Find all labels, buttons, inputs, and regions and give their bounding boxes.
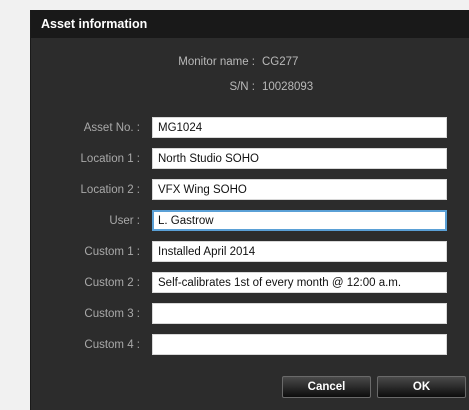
custom-4-input[interactable]	[152, 334, 447, 355]
serial-number-value: 10028093	[262, 81, 314, 93]
location-1-input[interactable]	[152, 148, 447, 169]
custom-3-label: Custom 3 :	[84, 308, 140, 320]
custom-1-label: Custom 1 :	[84, 246, 140, 258]
asset-no-input[interactable]	[152, 117, 447, 138]
custom-3-input[interactable]	[152, 303, 447, 324]
custom-2-label: Custom 2 :	[84, 277, 140, 289]
custom-4-label: Custom 4 :	[84, 339, 140, 351]
ok-button[interactable]: OK	[377, 376, 466, 398]
asset-information-dialog: Asset information Monitor name : CG277 S…	[30, 10, 469, 410]
asset-no-label: Asset No. :	[83, 122, 140, 134]
location-2-input[interactable]	[152, 179, 447, 200]
dialog-title: Asset information	[31, 10, 469, 38]
location-2-label: Location 2 :	[80, 184, 140, 196]
custom-2-input[interactable]	[152, 272, 447, 293]
cancel-button[interactable]: Cancel	[282, 376, 371, 398]
monitor-name-value: CG277	[262, 56, 299, 68]
location-1-label: Location 1 :	[80, 153, 140, 165]
user-label: User :	[109, 215, 140, 227]
serial-number-row: S/N : 10028093	[31, 81, 469, 97]
monitor-name-label: Monitor name :	[178, 56, 255, 68]
serial-number-label: S/N :	[229, 81, 255, 93]
monitor-name-row: Monitor name : CG277	[31, 56, 469, 72]
custom-1-input[interactable]	[152, 241, 447, 262]
user-input[interactable]	[152, 210, 447, 231]
